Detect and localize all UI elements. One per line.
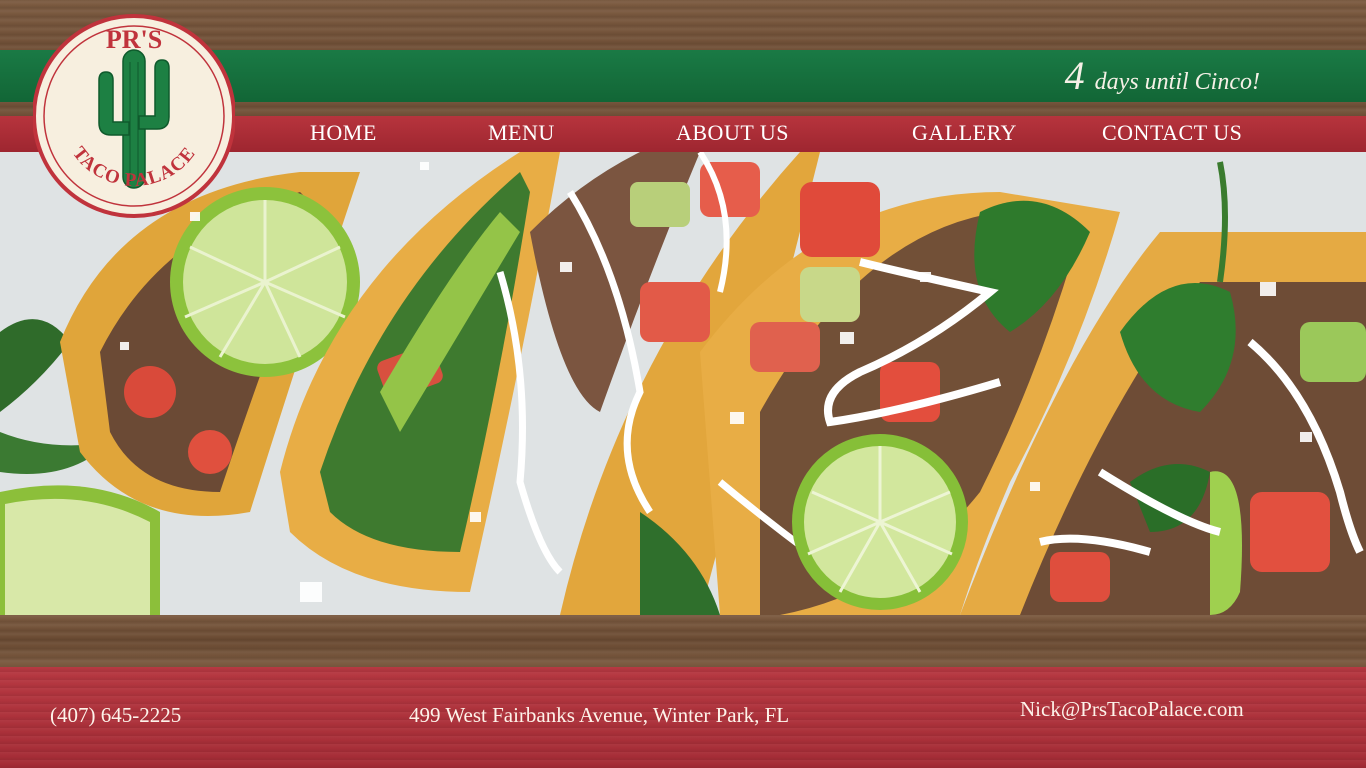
countdown: 4 days until Cinco! <box>1065 56 1260 96</box>
nav-contact-us[interactable]: CONTACT US <box>1102 120 1242 146</box>
wood-background-bottom <box>0 615 1366 667</box>
footer-email[interactable]: Nick@PrsTacoPalace.com <box>1020 697 1244 722</box>
nav-home[interactable]: HOME <box>310 120 377 146</box>
footer-address: 499 West Fairbanks Avenue, Winter Park, … <box>409 703 790 727</box>
nav-about-us[interactable]: ABOUT US <box>676 120 789 146</box>
nav-menu[interactable]: MENU <box>488 120 555 146</box>
logo[interactable]: PR'S TACO PALACE <box>32 12 236 222</box>
footer-phone[interactable]: (407) 645-2225 <box>50 703 181 728</box>
countdown-text: days until Cinco! <box>1094 69 1260 95</box>
countdown-number: 4 <box>1064 53 1085 98</box>
nav-gallery[interactable]: GALLERY <box>912 120 1017 146</box>
logo-top-text: PR'S <box>106 25 162 54</box>
